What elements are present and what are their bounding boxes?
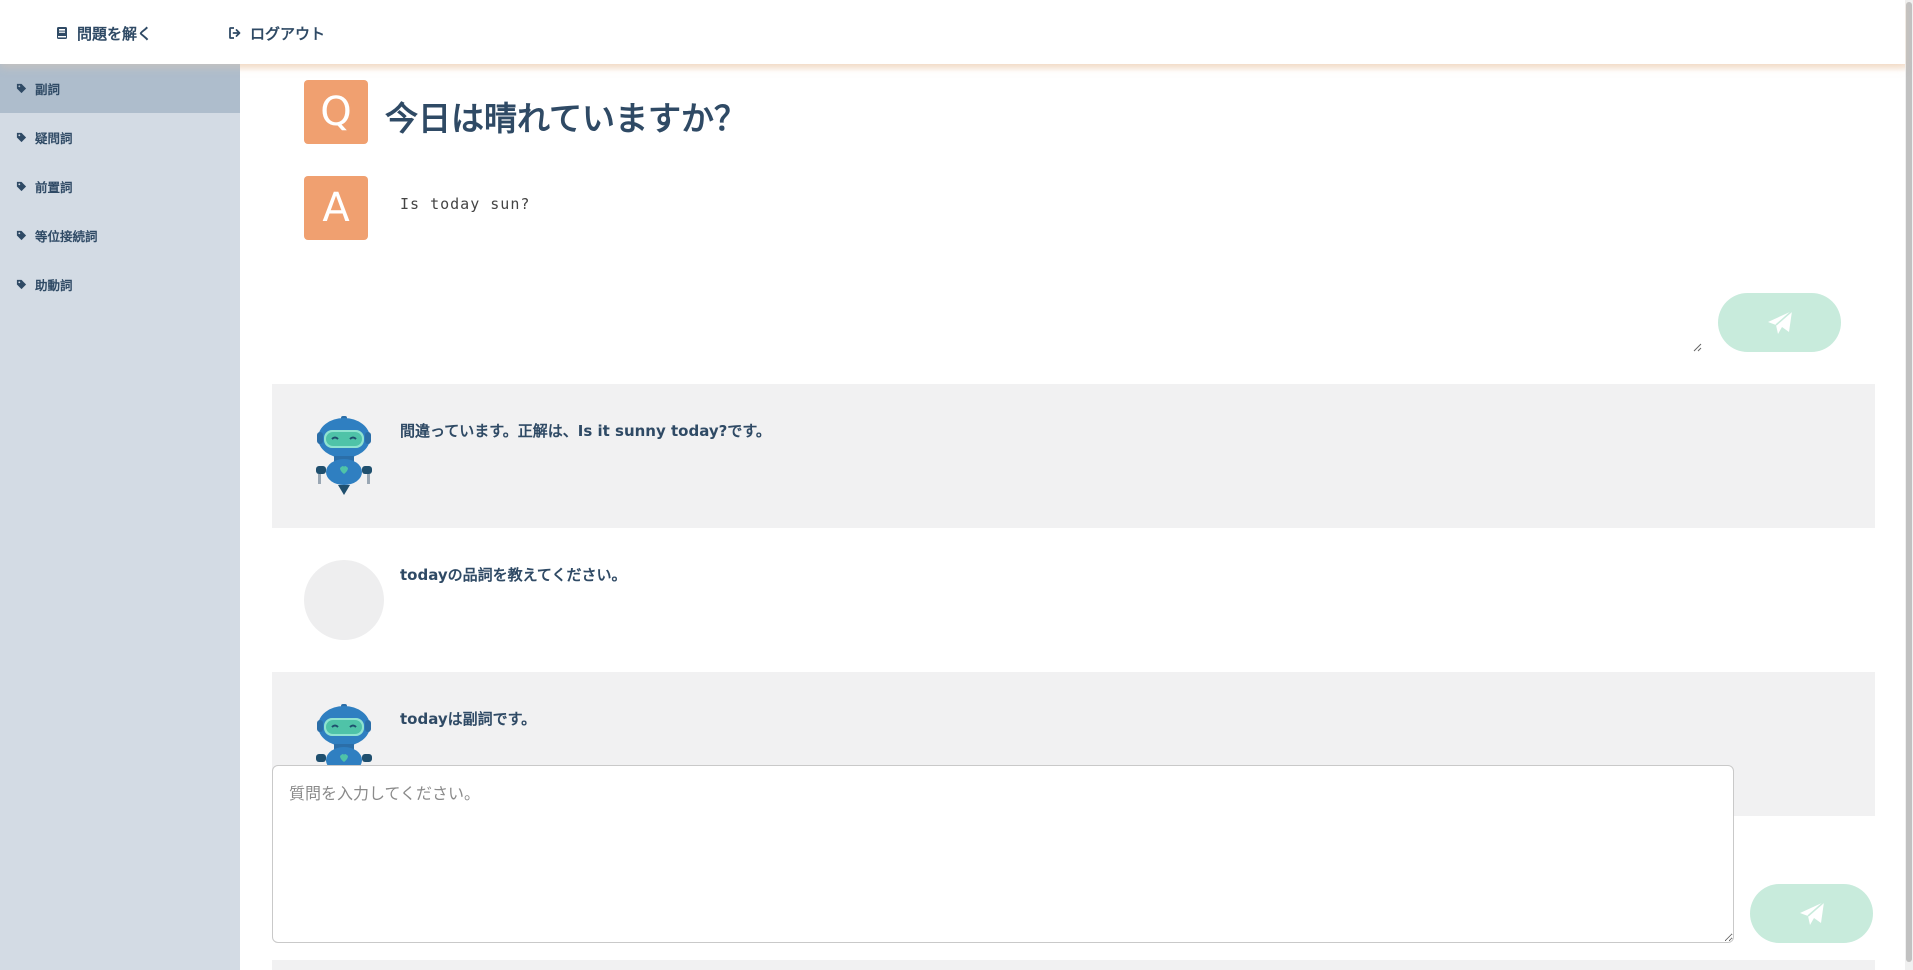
tag-icon — [16, 132, 27, 143]
nav-logout-label: ログアウト — [250, 24, 326, 43]
robot-icon — [316, 704, 372, 765]
sidebar-item-label: 助動詞 — [35, 278, 73, 293]
sidebar-item-auxiliary-verb[interactable]: 助動詞 — [0, 260, 240, 309]
chat-message-text: 間違っています。正解は、Is it sunny today?です。 — [400, 422, 771, 440]
page-scrollbar[interactable] — [1905, 0, 1913, 970]
chat-message-bot: 間違っています。正解は、Is it sunny today?です。 — [272, 384, 1875, 528]
chat-message-user: todayの品詞を教えてください。 — [272, 528, 1875, 672]
sign-out-icon — [229, 27, 241, 39]
tag-icon — [16, 230, 27, 241]
sidebar-item-preposition[interactable]: 前置詞 — [0, 162, 240, 211]
nav-solve-link[interactable]: 問題を解く — [55, 22, 152, 44]
paper-plane-icon — [1799, 900, 1824, 925]
main-content: Q 今日は晴れていますか？ A Is today sun? 間違っています。正解… — [240, 64, 1905, 970]
sidebar: 副詞 疑問詞 前置詞 等位接続詞 助動詞 — [0, 64, 240, 970]
sidebar-item-label: 疑問詞 — [35, 131, 73, 146]
chat-history: 間違っています。正解は、Is it sunny today?です。 todayの… — [240, 64, 1905, 765]
chat-message-text: todayの品詞を教えてください。 — [400, 566, 627, 584]
top-navbar: 問題を解く ログアウト — [0, 0, 1905, 64]
nav-solve-label: 問題を解く — [77, 24, 153, 43]
question-input[interactable] — [272, 765, 1734, 943]
robot-icon — [316, 416, 372, 495]
sidebar-item-interrogative[interactable]: 疑問詞 — [0, 113, 240, 162]
nav-logout-link[interactable]: ログアウト — [228, 22, 325, 44]
tag-icon — [16, 181, 27, 192]
sidebar-item-label: 等位接続詞 — [35, 229, 98, 244]
chat-message-text: todayは副詞です。 — [400, 710, 537, 728]
chat-message-bot: todayは副詞です。 — [272, 672, 1875, 765]
chat-message-bot — [272, 960, 1875, 970]
avatar — [304, 560, 384, 640]
sidebar-item-coordinating-conjunction[interactable]: 等位接続詞 — [0, 211, 240, 260]
tag-icon — [16, 279, 27, 290]
sidebar-item-label: 副詞 — [35, 82, 61, 97]
sidebar-item-label: 前置詞 — [35, 180, 73, 195]
sidebar-item-adverb[interactable]: 副詞 — [0, 64, 240, 113]
question-send-button[interactable] — [1750, 884, 1873, 943]
tag-icon — [16, 83, 27, 94]
book-icon — [57, 27, 67, 39]
scrollbar-thumb[interactable] — [1906, 2, 1912, 962]
